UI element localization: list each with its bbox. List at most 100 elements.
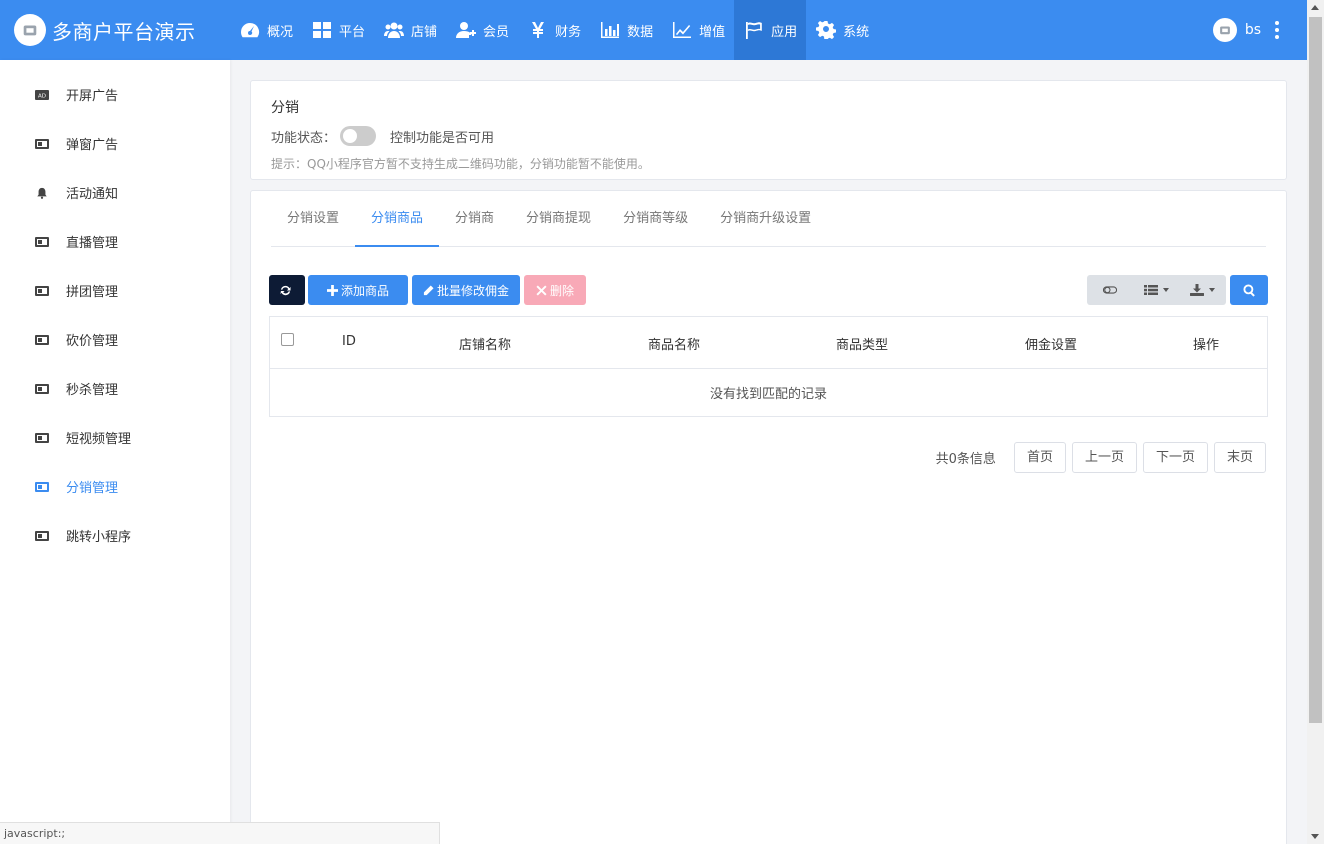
sidebar-item-label: 活动通知 bbox=[66, 187, 119, 202]
brand[interactable]: 多商户平台演示 bbox=[0, 0, 230, 60]
nav-item-label: 概况 bbox=[267, 24, 294, 40]
nav-item-platform[interactable]: 平台 bbox=[302, 0, 374, 60]
sidebar-item-label: 拼团管理 bbox=[66, 285, 119, 300]
nav-item-overview[interactable]: 概况 bbox=[230, 0, 302, 60]
prev-page-button[interactable]: 上一页 bbox=[1071, 442, 1137, 473]
pencil-icon bbox=[423, 284, 434, 295]
toggle-icon bbox=[1103, 286, 1118, 294]
distribution-settings-card: 分销 功能状态： 控制功能是否可用 提示：QQ小程序官方暂不支持生成二维码功能，… bbox=[250, 80, 1287, 180]
chevron-down-icon bbox=[1209, 288, 1216, 292]
sidebar-item-mini-program-jump[interactable]: 跳转小程序 bbox=[0, 511, 230, 560]
svg-text:AD: AD bbox=[38, 93, 46, 99]
sidebar-item-label: 直播管理 bbox=[66, 236, 119, 251]
tab-bar: 分销设置 分销商品 分销商 分销商提现 分销商等级 分销商升级设置 bbox=[271, 191, 1266, 247]
media-icon bbox=[34, 431, 50, 445]
status-description: 控制功能是否可用 bbox=[390, 130, 495, 146]
nav-item-label: 平台 bbox=[339, 24, 366, 40]
user-plus-icon bbox=[455, 20, 477, 40]
tab-distributor-levels[interactable]: 分销商等级 bbox=[607, 191, 704, 246]
batch-edit-label: 批量修改佣金 bbox=[436, 283, 509, 298]
username[interactable]: bs bbox=[1245, 22, 1261, 38]
users-icon bbox=[383, 20, 405, 40]
chevron-down-icon bbox=[1162, 288, 1169, 292]
nav-item-label: 财务 bbox=[555, 24, 582, 40]
tip-text: 提示：QQ小程序官方暂不支持生成二维码功能，分销功能暂不能使用。 bbox=[271, 157, 650, 171]
column-header-actions[interactable]: 操作 bbox=[1193, 334, 1219, 353]
user-menu[interactable]: bs bbox=[1212, 0, 1279, 60]
column-header-goods-name[interactable]: 商品名称 bbox=[648, 334, 700, 353]
export-dropdown-button[interactable] bbox=[1180, 275, 1226, 305]
tab-distributor-withdrawal[interactable]: 分销商提现 bbox=[510, 191, 607, 246]
tab-distribution-settings[interactable]: 分销设置 bbox=[271, 191, 355, 246]
bell-icon bbox=[34, 186, 50, 200]
sidebar-item-distribution[interactable]: 分销管理 bbox=[0, 462, 230, 511]
scroll-down-icon[interactable] bbox=[1311, 834, 1319, 839]
sidebar-item-short-video[interactable]: 短视频管理 bbox=[0, 413, 230, 462]
media-icon bbox=[34, 529, 50, 543]
sidebar: AD 开屏广告 弹窗广告 活动通知 直播管理 拼团管理 砍价管理 秒杀管理 短视… bbox=[0, 60, 230, 844]
ad-icon: AD bbox=[34, 88, 50, 102]
sidebar-item-flash-sale[interactable]: 秒杀管理 bbox=[0, 364, 230, 413]
batch-edit-commission-button[interactable]: 批量修改佣金 bbox=[412, 275, 520, 305]
goods-table: ID 店铺名称 商品名称 商品类型 佣金设置 操作 没有找到匹配的记录 bbox=[269, 316, 1268, 417]
nav-item-label: 增值 bbox=[699, 24, 726, 40]
search-button[interactable] bbox=[1230, 275, 1268, 305]
more-vertical-icon[interactable] bbox=[1275, 21, 1279, 39]
avatar[interactable] bbox=[1212, 18, 1237, 42]
download-icon bbox=[1190, 284, 1205, 296]
media-icon bbox=[34, 382, 50, 396]
status-label: 功能状态： bbox=[271, 130, 337, 146]
tab-distribution-goods[interactable]: 分销商品 bbox=[355, 191, 440, 247]
scroll-up-icon[interactable] bbox=[1311, 5, 1319, 10]
column-header-goods-type[interactable]: 商品类型 bbox=[836, 334, 888, 353]
add-goods-button[interactable]: 添加商品 bbox=[308, 275, 408, 305]
sidebar-item-label: 秒杀管理 bbox=[66, 383, 119, 398]
top-navbar: 多商户平台演示 概况 平台 店铺 会员 财务 数据 增值 应用 系统 bs bbox=[0, 0, 1307, 60]
select-all-checkbox[interactable] bbox=[281, 333, 294, 346]
delete-button[interactable]: 删除 bbox=[524, 275, 586, 305]
tab-distributor-upgrade-settings[interactable]: 分销商升级设置 bbox=[704, 191, 827, 246]
distribution-goods-card: 分销设置 分销商品 分销商 分销商提现 分销商等级 分销商升级设置 添加商品 批… bbox=[250, 190, 1287, 844]
nav-item-finance[interactable]: 财务 bbox=[518, 0, 590, 60]
nav-item-label: 店铺 bbox=[411, 24, 438, 40]
sidebar-item-popup-ad[interactable]: 弹窗广告 bbox=[0, 119, 230, 168]
vertical-scrollbar[interactable] bbox=[1307, 0, 1324, 844]
line-chart-icon bbox=[671, 20, 693, 40]
scrollbar-thumb[interactable] bbox=[1309, 17, 1322, 723]
nav-item-shop[interactable]: 店铺 bbox=[374, 0, 446, 60]
sidebar-item-bargain[interactable]: 砍价管理 bbox=[0, 315, 230, 364]
first-page-button[interactable]: 首页 bbox=[1013, 442, 1066, 473]
columns-dropdown-button[interactable] bbox=[1133, 275, 1179, 305]
main-nav: 概况 平台 店铺 会员 财务 数据 增值 应用 系统 bbox=[230, 0, 878, 60]
nav-item-app[interactable]: 应用 bbox=[734, 0, 807, 60]
column-header-id[interactable]: ID bbox=[342, 334, 356, 349]
nav-item-member[interactable]: 会员 bbox=[446, 0, 518, 60]
refresh-icon bbox=[280, 285, 291, 295]
bar-chart-icon bbox=[599, 20, 621, 40]
last-page-button[interactable]: 末页 bbox=[1213, 442, 1266, 473]
table-toolbar: 添加商品 批量修改佣金 删除 bbox=[269, 275, 1268, 305]
nav-item-system[interactable]: 系统 bbox=[806, 0, 878, 60]
feature-toggle[interactable] bbox=[340, 126, 377, 146]
sidebar-item-splash-ad[interactable]: AD 开屏广告 bbox=[0, 70, 230, 119]
sidebar-item-activity-notice[interactable]: 活动通知 bbox=[0, 168, 230, 217]
column-header-shop-name[interactable]: 店铺名称 bbox=[459, 334, 511, 353]
sidebar-item-live[interactable]: 直播管理 bbox=[0, 217, 230, 266]
empty-state: 没有找到匹配的记录 bbox=[709, 387, 827, 402]
sidebar-item-label: 弹窗广告 bbox=[66, 138, 119, 153]
table-header: ID 店铺名称 商品名称 商品类型 佣金设置 操作 bbox=[270, 317, 1267, 369]
list-icon bbox=[1143, 285, 1158, 295]
grid-icon bbox=[311, 20, 333, 40]
nav-item-data[interactable]: 数据 bbox=[590, 0, 662, 60]
nav-item-value-added[interactable]: 增值 bbox=[662, 0, 734, 60]
add-goods-label: 添加商品 bbox=[340, 283, 389, 298]
next-page-button[interactable]: 下一页 bbox=[1142, 442, 1208, 473]
sidebar-item-group-buy[interactable]: 拼团管理 bbox=[0, 266, 230, 315]
refresh-button[interactable] bbox=[269, 275, 305, 305]
pagination: 共0条信息 首页 上一页 下一页 末页 bbox=[936, 442, 1266, 473]
nav-item-label: 应用 bbox=[771, 24, 798, 40]
tab-distributors[interactable]: 分销商 bbox=[439, 191, 510, 246]
toggle-view-button[interactable] bbox=[1087, 275, 1133, 305]
flag-icon bbox=[743, 20, 765, 40]
column-header-commission[interactable]: 佣金设置 bbox=[1025, 334, 1077, 353]
